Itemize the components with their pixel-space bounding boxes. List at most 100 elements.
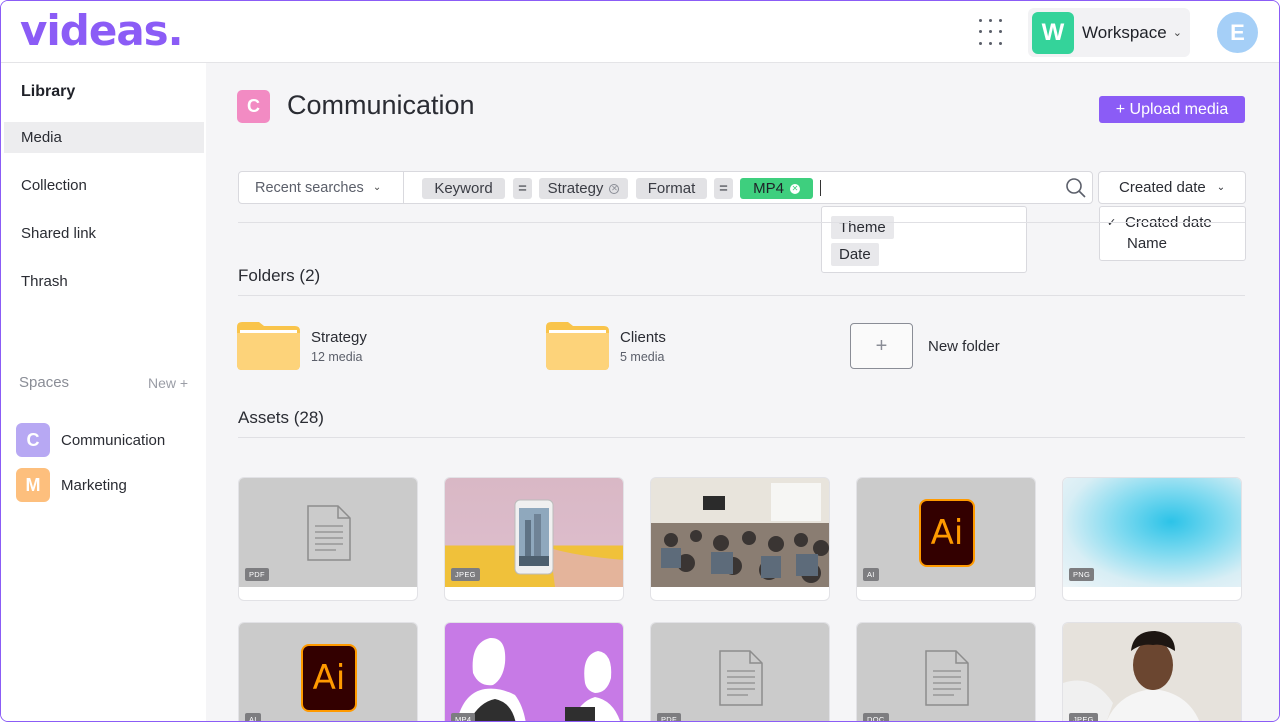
recent-searches-label: Recent searches (255, 179, 364, 196)
portrait-photo-image (1063, 631, 1200, 721)
assets-heading: Assets (28) (238, 408, 324, 427)
filter-operator: = (714, 178, 733, 199)
folder-name: Clients (620, 328, 666, 346)
chevron-down-icon: ⌄ (1216, 182, 1226, 193)
suggestion-theme[interactable]: Theme (831, 216, 894, 239)
file-type-badge: DOC (863, 713, 889, 721)
workspace-badge: W (1032, 11, 1074, 54)
asset-card[interactable]: PNG (1062, 477, 1242, 601)
filter-chip-strategy[interactable]: Strategy ✕ (539, 178, 628, 199)
divider (238, 222, 1245, 223)
divider (238, 437, 1245, 438)
space-item-marketing[interactable]: M Marketing (16, 468, 127, 502)
file-type-badge: PDF (657, 713, 681, 721)
asset-thumbnail: PDF (651, 623, 829, 721)
remove-icon[interactable]: ✕ (609, 183, 620, 194)
asset-card[interactable]: Ai AI (856, 477, 1036, 601)
apps-grid-icon[interactable] (979, 19, 1007, 47)
asset-card[interactable]: PDF (238, 477, 418, 601)
text-caret (820, 180, 821, 196)
remove-icon[interactable]: ✕ (789, 183, 800, 194)
folder-clients[interactable]: Clients 5 media (546, 322, 666, 370)
filter-chip-keyword[interactable]: Keyword (422, 178, 505, 199)
sidebar-item-collection[interactable]: Collection (4, 170, 204, 201)
divider (238, 295, 1245, 296)
asset-card[interactable]: Ai AI (238, 622, 418, 721)
workspace-label: Workspace (1082, 22, 1167, 42)
user-avatar[interactable]: E (1217, 12, 1258, 53)
sidebar-item-thrash[interactable]: Thrash (4, 266, 204, 297)
filter-chip-label: Strategy (547, 180, 604, 197)
suggestion-date[interactable]: Date (831, 243, 879, 266)
upload-media-button[interactable]: + Upload media (1099, 96, 1245, 123)
interview-video-image (457, 637, 620, 721)
filter-chip-label: MP4 (753, 180, 784, 197)
videas-logo[interactable]: videas. (20, 6, 184, 55)
spaces-heading: Spaces (19, 374, 70, 391)
folder-count: 12 media (311, 349, 363, 364)
sidebar-item-shared-link[interactable]: Shared link (4, 218, 204, 249)
asset-thumbnail: PNG (1063, 478, 1241, 587)
asset-thumbnail: MP4 (445, 623, 623, 721)
document-icon (719, 649, 763, 706)
workspace-switcher[interactable]: W Workspace ⌄ (1028, 8, 1190, 57)
plus-icon: + (850, 323, 913, 369)
search-icon[interactable] (1065, 177, 1087, 199)
new-folder-label: New folder (928, 337, 1000, 355)
sort-dropdown[interactable]: Created date ⌄ (1098, 171, 1246, 204)
app-window: videas. W Workspace ⌄ E Library Media Co… (0, 0, 1280, 722)
file-type-badge: JPEG (451, 568, 480, 581)
asset-card[interactable]: JPEG (1062, 622, 1242, 721)
folder-count: 5 media (620, 349, 665, 364)
file-type-badge: AI (245, 713, 261, 721)
main-content: C Communication + Upload media Recent se… (206, 63, 1279, 721)
sidebar: Library Media Collection Shared link Thr… (1, 63, 206, 721)
folder-icon (546, 322, 609, 370)
asset-thumbnail (651, 478, 829, 587)
page-title: Communication (287, 90, 475, 120)
asset-card[interactable] (650, 477, 830, 601)
recent-searches-dropdown[interactable]: Recent searches ⌄ (239, 172, 404, 203)
sort-selected-label: Created date (1119, 179, 1206, 196)
asset-card[interactable]: DOC (856, 622, 1036, 721)
space-item-communication[interactable]: C Communication (16, 423, 165, 457)
new-space-button[interactable]: New + (148, 375, 188, 391)
chevron-down-icon: ⌄ (1172, 27, 1182, 39)
folders-heading: Folders (2) (238, 266, 321, 285)
asset-thumbnail: JPEG (445, 478, 623, 587)
sidebar-title: Library (21, 83, 76, 100)
space-badge: M (16, 468, 50, 502)
space-label: Communication (61, 431, 166, 449)
sidebar-item-media[interactable]: Media (4, 122, 204, 153)
asset-thumbnail: Ai AI (857, 478, 1035, 587)
conference-photo-image (651, 478, 829, 587)
illustrator-icon: Ai (919, 498, 975, 567)
filter-chip-mp4[interactable]: MP4 ✕ (740, 178, 813, 199)
filter-suggestions: Theme Date (821, 206, 1027, 273)
filter-chip-format[interactable]: Format (636, 178, 707, 199)
space-badge: C (237, 90, 270, 123)
asset-thumbnail: DOC (857, 623, 1035, 721)
file-type-badge: PNG (1069, 568, 1095, 581)
asset-card[interactable]: MP4 (444, 622, 624, 721)
asset-card[interactable]: PDF (650, 622, 830, 721)
document-icon (925, 649, 969, 706)
folder-icon (237, 322, 300, 370)
sort-option-name[interactable]: Name (1127, 235, 1167, 252)
folder-name: Strategy (311, 328, 367, 346)
new-folder-button[interactable]: + New folder (850, 323, 1000, 369)
space-badge: C (16, 423, 50, 457)
top-header: videas. W Workspace ⌄ E (1, 1, 1279, 63)
file-type-badge: PDF (245, 568, 269, 581)
file-type-badge: MP4 (451, 713, 476, 721)
folder-strategy[interactable]: Strategy 12 media (237, 322, 367, 370)
file-type-badge: AI (863, 568, 879, 581)
asset-card[interactable]: JPEG (444, 477, 624, 601)
asset-thumbnail: Ai AI (239, 623, 417, 721)
file-type-badge: JPEG (1069, 713, 1098, 721)
asset-thumbnail: JPEG (1063, 623, 1241, 721)
sort-menu: ✓ Created date Name (1099, 206, 1246, 261)
asset-thumbnail: PDF (239, 478, 417, 587)
space-label: Marketing (61, 476, 127, 494)
filter-operator: = (513, 178, 532, 199)
